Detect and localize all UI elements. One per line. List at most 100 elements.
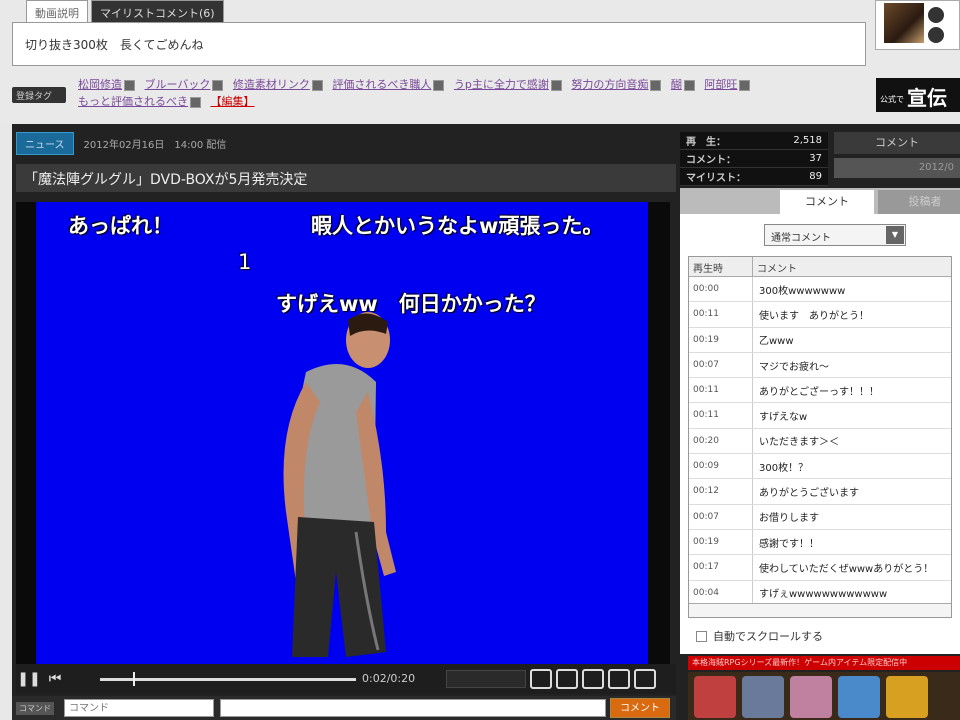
tab-uploader[interactable]: 投稿者 — [878, 190, 960, 214]
game-ad-thumbnail[interactable] — [838, 676, 880, 718]
comment-row[interactable]: 00:00 300枚wwwwwww — [689, 277, 951, 303]
tag-text[interactable]: 修造素材リンク — [233, 78, 310, 91]
comment-row[interactable]: 00:07 マジでお疲れ〜 — [689, 352, 951, 379]
comment-time: 00:04 — [689, 580, 753, 605]
horizontal-scrollbar[interactable] — [689, 603, 951, 617]
dictionary-icon[interactable] — [550, 79, 562, 91]
dictionary-icon[interactable] — [124, 79, 135, 91]
comment-row[interactable]: 00:17 使わしていただくぜwwwありがとう！ — [689, 555, 951, 581]
comment-row[interactable]: 00:07 お借りします — [689, 504, 951, 530]
comment-row[interactable]: 00:11 すげえなw — [689, 403, 951, 429]
comment-time: 00:09 — [689, 454, 753, 479]
comment-text: お借りします — [759, 513, 819, 525]
tag-item[interactable]: うp主に全力で感謝 — [454, 78, 562, 91]
screen-mode-icon[interactable] — [608, 669, 630, 689]
tag-item[interactable]: 松岡修造 — [78, 78, 135, 91]
seek-bar[interactable] — [100, 672, 356, 686]
tag-text[interactable]: うp主に全力で感謝 — [454, 78, 549, 91]
news-title[interactable]: 「魔法陣グルグル」DVD-BOXが5月発売決定 — [16, 164, 676, 192]
dictionary-icon[interactable] — [739, 79, 751, 91]
comment-row[interactable]: 00:20 いただきます＞＜ — [689, 428, 951, 455]
comment-row[interactable]: 00:11 ありがとござーっす！！！ — [689, 378, 951, 404]
tag-item[interactable]: 評価されるべき職人 — [332, 78, 445, 91]
tag-text[interactable]: もっと評価されるべき — [78, 95, 188, 108]
comment-toggle-icon[interactable] — [530, 669, 552, 689]
person-figure — [283, 312, 396, 657]
autoscroll-checkbox[interactable] — [696, 630, 707, 642]
tab-comment-top[interactable]: コメント — [834, 132, 960, 154]
comment-row[interactable]: 00:12 ありがとうございます — [689, 479, 951, 505]
game-ad-thumbnail[interactable] — [694, 676, 736, 718]
seek-handle[interactable] — [133, 672, 136, 686]
dictionary-icon[interactable] — [650, 79, 662, 91]
comment-submit-button[interactable]: コメント — [610, 698, 670, 718]
comment-text: すげぇwwwwwwwwwwww — [759, 589, 888, 601]
chevron-down-icon[interactable]: ▼ — [886, 226, 904, 244]
video-screen[interactable]: あっぱれ！ 暇人とかいうなよw頑張った。 1 すげえww 何日かかった？ — [36, 202, 648, 664]
tag-text[interactable]: ブルーバック — [145, 78, 211, 91]
advertise-button[interactable]: 公式で 宣伝 — [876, 78, 960, 112]
volume-slider[interactable] — [446, 670, 526, 688]
dictionary-icon[interactable] — [190, 96, 201, 108]
news-badge[interactable]: ニュース — [16, 131, 74, 155]
command-input[interactable] — [64, 699, 214, 717]
comment-filter-select[interactable]: 通常コメント ▼ — [764, 224, 906, 246]
video-area[interactable]: あっぱれ！ 暇人とかいうなよw頑張った。 1 すげえww 何日かかった？ — [16, 202, 670, 664]
promo-banner[interactable]: 本格海賊RPGシリーズ最新作！ゲーム内アイテム限定配信中 — [688, 656, 960, 670]
header-time[interactable]: 再生時 — [689, 257, 753, 276]
danmaku-comment: あっぱれ！ — [68, 214, 173, 238]
user-icon — [928, 27, 944, 43]
dictionary-icon[interactable] — [683, 79, 695, 91]
game-ad-thumbnail[interactable] — [790, 676, 832, 718]
tag-text[interactable]: 松岡修造 — [78, 78, 122, 91]
dictionary-icon[interactable] — [433, 79, 445, 91]
header-comment[interactable]: コメント — [753, 257, 801, 276]
comment-input[interactable] — [220, 699, 606, 717]
comment-time: 00:07 — [689, 352, 753, 378]
tag-item[interactable]: 阿部旺 — [704, 78, 751, 91]
comment-row[interactable]: 00:19 感謝です！！ — [689, 529, 951, 556]
comment-text: 感謝です！！ — [759, 538, 819, 550]
tag-text[interactable]: 醐 — [671, 78, 682, 91]
comment-time: 00:11 — [689, 378, 753, 403]
tag-item[interactable]: もっと評価されるべき — [78, 95, 201, 108]
tag-text[interactable]: 努力の方向音痴 — [571, 78, 648, 91]
tag-item[interactable]: 醐 — [671, 78, 695, 91]
pause-icon[interactable]: ❚❚ — [16, 668, 42, 690]
comment-text: マジでお疲れ〜 — [759, 361, 829, 373]
comment-time: 00:11 — [689, 403, 753, 428]
fullscreen-icon[interactable] — [634, 669, 656, 689]
comment-panel: コメント 投稿者 通常コメント ▼ 再生時 コメント 00:00 300枚wwww… — [680, 188, 960, 654]
tag-edit-link[interactable]: 【編集】 — [211, 95, 255, 108]
tag-item[interactable]: 努力の方向音痴 — [571, 78, 662, 91]
comment-row[interactable]: 00:19 乙www — [689, 327, 951, 353]
comment-text: ありがとござーっす！！！ — [759, 386, 879, 398]
dictionary-icon[interactable] — [212, 79, 224, 91]
comment-row[interactable]: 00:09 300枚！？ — [689, 454, 951, 480]
rewind-icon[interactable]: ⏮ — [42, 668, 68, 690]
autoscroll-option[interactable]: 自動でスクロールする — [696, 628, 823, 644]
stat-value: 2,518 — [793, 135, 822, 146]
game-ad-thumbnail[interactable] — [886, 676, 928, 718]
dictionary-icon[interactable] — [311, 79, 323, 91]
playback-time: 0:02/0:20 — [362, 672, 416, 685]
uploader-box[interactable] — [875, 0, 960, 50]
tag-text[interactable]: 阿部旺 — [704, 78, 737, 91]
comment-text: 300枚！？ — [759, 462, 809, 474]
tab-mylist-comments[interactable]: マイリストコメント(6) — [91, 0, 224, 22]
danmaku-comment: 1 — [238, 250, 252, 274]
comment-text: いただきます＞＜ — [759, 437, 839, 449]
game-ad-thumbnail[interactable] — [742, 676, 784, 718]
tab-description[interactable]: 動画説明 — [26, 0, 88, 22]
comment-list-header: 再生時 コメント — [689, 257, 951, 277]
tab-comments[interactable]: コメント — [780, 190, 874, 214]
tag-text[interactable]: 評価されるべき職人 — [332, 78, 431, 91]
date-tab[interactable]: 2012/0 — [834, 158, 960, 178]
window-size-icon[interactable] — [582, 669, 604, 689]
comment-row[interactable]: 00:11 使います ありがとう！ — [689, 302, 951, 328]
hd-icon[interactable] — [556, 669, 578, 689]
danmaku-comment: 暇人とかいうなよw頑張った。 — [311, 214, 604, 238]
uploader-avatar[interactable] — [884, 3, 924, 43]
tag-item[interactable]: ブルーバック — [145, 78, 224, 91]
tag-item[interactable]: 修造素材リンク — [233, 78, 323, 91]
